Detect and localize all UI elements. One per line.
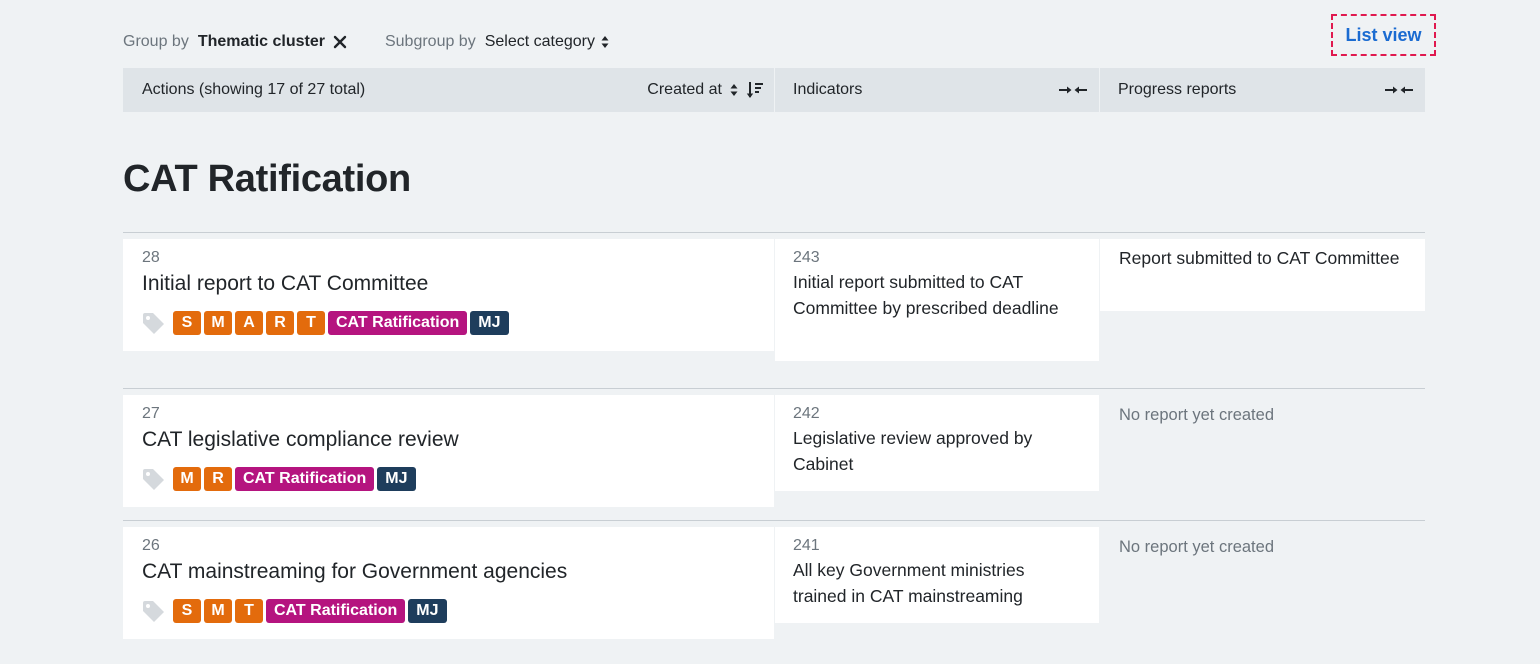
action-id: 28 [142, 249, 160, 266]
progress-report-text: No report yet created [1119, 538, 1274, 556]
indicator-id: 241 [793, 537, 820, 554]
action-title[interactable]: CAT legislative compliance review [142, 425, 755, 455]
group-by-value[interactable]: Thematic cluster [198, 33, 325, 51]
group-title: CAT Ratification [123, 158, 411, 200]
indicators-label: Indicators [793, 81, 863, 98]
indicator-text: Initial report submitted to CAT Committe… [793, 272, 1059, 318]
smart-badge-t: T [235, 599, 263, 623]
progress-report-text: No report yet created [1119, 406, 1274, 424]
action-tags: S M T CAT Ratification MJ [142, 599, 755, 623]
smart-badge-s: S [173, 311, 201, 335]
action-card[interactable]: 26 CAT mainstreaming for Government agen… [123, 527, 774, 639]
table-row: 27 CAT legislative compliance review M R… [123, 388, 1425, 509]
grouping-toolbar: Group by Thematic cluster Subgroup by Se… [123, 28, 609, 56]
user-badge: MJ [408, 599, 447, 623]
user-badge: MJ [470, 311, 509, 335]
category-badge: CAT Ratification [328, 311, 468, 335]
group-by-label: Group by [123, 33, 189, 50]
user-badge: MJ [377, 467, 416, 491]
table-row: 28 Initial report to CAT Committee S M A… [123, 232, 1425, 373]
action-card[interactable]: 27 CAT legislative compliance review M R… [123, 395, 774, 507]
smart-badge-s: S [173, 599, 201, 623]
subgroup-select-value: Select category [484, 33, 595, 50]
created-at-sort[interactable]: Created at [647, 81, 738, 99]
actions-count-label: Actions (showing 17 of 27 total) [142, 81, 366, 98]
collapse-column-icon[interactable] [1059, 85, 1087, 95]
action-tags: M R CAT Ratification MJ [142, 467, 755, 491]
created-at-label: Created at [647, 81, 722, 98]
sort-descending-icon[interactable] [746, 80, 764, 100]
indicator-card[interactable]: 243 Initial report submitted to CAT Comm… [775, 239, 1099, 361]
subgroup-select[interactable]: Select category [485, 33, 609, 51]
tag-icon [142, 600, 166, 622]
tag-icon [142, 312, 166, 334]
progress-report-text: Report submitted to CAT Committee [1119, 248, 1400, 268]
close-icon[interactable] [333, 35, 347, 49]
column-header: Actions (showing 17 of 27 total) Created… [123, 68, 1425, 112]
updown-caret-icon [730, 83, 738, 97]
action-card[interactable]: 28 Initial report to CAT Committee S M A… [123, 239, 774, 351]
progress-report-card[interactable]: Report submitted to CAT Committee [1100, 239, 1425, 311]
progress-reports-column-header: Progress reports [1100, 68, 1425, 112]
list-view-button[interactable]: List view [1331, 14, 1436, 56]
action-id: 26 [142, 537, 160, 554]
tag-icon [142, 468, 166, 490]
indicator-id: 243 [793, 249, 820, 266]
smart-badge-m: M [204, 311, 232, 335]
collapse-column-icon[interactable] [1385, 85, 1413, 95]
indicator-text: All key Government ministries trained in… [793, 560, 1025, 606]
indicator-card[interactable]: 241 All key Government ministries traine… [775, 527, 1099, 623]
category-badge: CAT Ratification [235, 467, 375, 491]
updown-caret-icon [601, 35, 609, 49]
indicator-text: Legislative review approved by Cabinet [793, 428, 1033, 474]
action-tags: S M A R T CAT Ratification MJ [142, 311, 755, 335]
actions-column-header: Actions (showing 17 of 27 total) Created… [123, 68, 775, 112]
progress-reports-label: Progress reports [1118, 81, 1237, 98]
smart-badge-r: R [204, 467, 232, 491]
smart-badge-r: R [266, 311, 294, 335]
indicators-column-header: Indicators [775, 68, 1100, 112]
progress-report-empty: No report yet created [1100, 395, 1425, 435]
subgroup-by-label: Subgroup by [384, 33, 476, 50]
table-row: 26 CAT mainstreaming for Government agen… [123, 520, 1425, 641]
action-title[interactable]: Initial report to CAT Committee [142, 269, 755, 299]
smart-badge-a: A [235, 311, 263, 335]
action-id: 27 [142, 405, 160, 422]
smart-badge-t: T [297, 311, 325, 335]
category-badge: CAT Ratification [266, 599, 406, 623]
smart-badge-m: M [204, 599, 232, 623]
indicator-id: 242 [793, 405, 820, 422]
smart-badge-m: M [173, 467, 201, 491]
progress-report-empty: No report yet created [1100, 527, 1425, 567]
action-title[interactable]: CAT mainstreaming for Government agencie… [142, 557, 755, 587]
indicator-card[interactable]: 242 Legislative review approved by Cabin… [775, 395, 1099, 491]
